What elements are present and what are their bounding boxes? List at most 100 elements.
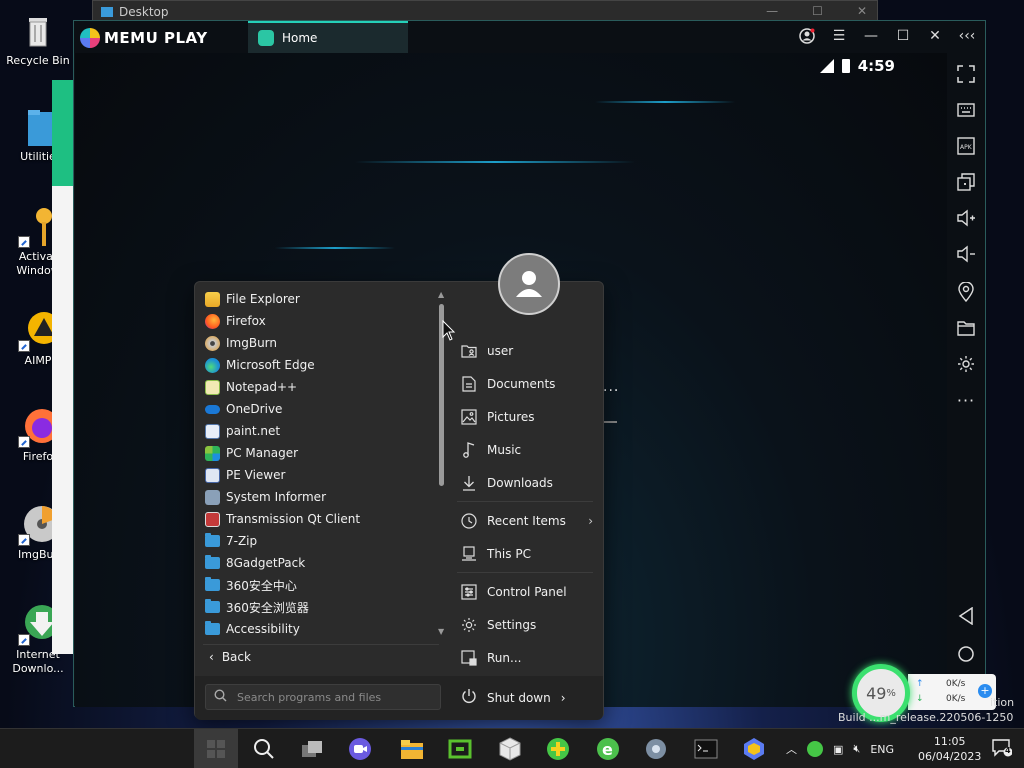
plus-app-icon[interactable] xyxy=(544,735,572,763)
place-item-music[interactable]: Music xyxy=(457,433,593,466)
place-item-documents[interactable]: Documents xyxy=(457,367,593,400)
settings-gear-icon[interactable] xyxy=(642,735,670,763)
meet-icon[interactable] xyxy=(346,735,374,763)
scroll-down-icon[interactable]: ▼ xyxy=(438,627,444,636)
search-input[interactable] xyxy=(237,690,427,704)
volume-muted-icon[interactable]: 🔇︎ xyxy=(853,742,860,756)
terminal-icon[interactable] xyxy=(692,735,720,763)
background-window[interactable]: Desktop — ☐ ✕ xyxy=(92,0,878,22)
shutdown-button[interactable]: Shut down › xyxy=(461,688,566,707)
more-dots-icon[interactable]: ··· xyxy=(603,383,619,399)
browser-e-icon[interactable]: e xyxy=(594,735,622,763)
system-informer-icon xyxy=(205,489,220,505)
home-circle-icon[interactable] xyxy=(955,643,977,665)
program-item-imgburn[interactable]: ImgBurn xyxy=(203,332,433,354)
scroll-up-icon[interactable]: ▲ xyxy=(438,290,444,299)
program-label: Notepad++ xyxy=(226,380,298,394)
program-item-system-informer[interactable]: System Informer xyxy=(203,486,433,508)
program-label: Transmission Qt Client xyxy=(226,512,361,526)
program-item-pe-viewer[interactable]: PE Viewer xyxy=(203,464,433,486)
task-view-icon[interactable] xyxy=(298,735,326,763)
network-icon[interactable]: ▣ xyxy=(833,743,843,756)
program-label: System Informer xyxy=(226,490,327,504)
location-icon[interactable] xyxy=(955,281,977,303)
menu-icon[interactable]: ☰ xyxy=(831,27,847,45)
program-item-microsoft-edge[interactable]: Microsoft Edge xyxy=(203,354,433,376)
user-avatar[interactable] xyxy=(498,253,560,315)
program-item-firefox[interactable]: Firefox xyxy=(203,310,433,332)
place-item-run[interactable]: Run... xyxy=(457,641,593,674)
places-list: user Documents Pictures Music Downloads … xyxy=(457,334,593,674)
program-item-accessibility[interactable]: Accessibility xyxy=(203,618,433,640)
fullscreen-icon[interactable] xyxy=(955,63,977,85)
program-item-360-browser[interactable]: 360安全浏览器 xyxy=(203,596,433,618)
program-list: File Explorer Firefox ImgBurn Microsoft … xyxy=(203,288,433,640)
desktop-icon-label: Recycle Bin xyxy=(6,54,70,67)
windows-logo-icon xyxy=(207,740,225,758)
program-item-notepadpp[interactable]: Notepad++ xyxy=(203,376,433,398)
start-button[interactable] xyxy=(194,729,238,768)
package-icon[interactable] xyxy=(496,735,524,763)
divider xyxy=(457,572,593,573)
program-item-360-security[interactable]: 360安全中心 xyxy=(203,574,433,596)
program-item-file-explorer[interactable]: File Explorer xyxy=(203,288,433,310)
place-item-control-panel[interactable]: Control Panel xyxy=(457,575,593,608)
language-indicator[interactable]: ENG xyxy=(870,743,894,756)
program-item-paint-net[interactable]: paint.net xyxy=(203,420,433,442)
more-options-icon[interactable]: ··· xyxy=(955,389,977,411)
program-item-8gadgetpack[interactable]: 8GadgetPack xyxy=(203,552,433,574)
apk-install-icon[interactable]: APK xyxy=(955,135,977,157)
search-box[interactable] xyxy=(205,684,441,710)
memu-taskbar-icon[interactable] xyxy=(740,735,768,763)
taskbar: e ︿ ▣ 🔇︎ ENG 11:05 06/04/2023 4 xyxy=(0,728,1024,768)
place-label: Control Panel xyxy=(487,584,567,599)
place-item-pictures[interactable]: Pictures xyxy=(457,400,593,433)
place-item-user[interactable]: user xyxy=(457,334,593,367)
tray-plus-app-icon[interactable] xyxy=(807,741,823,757)
collapse-sidebar-icon[interactable]: ‹‹‹ xyxy=(959,27,976,45)
memu-window-controls: ☰ — ☐ ✕ ‹‹‹ xyxy=(799,27,975,45)
maximize-icon[interactable]: ☐ xyxy=(812,4,823,18)
maximize-icon[interactable]: ☐ xyxy=(895,27,911,45)
account-icon[interactable] xyxy=(799,27,815,45)
minimize-icon[interactable]: — xyxy=(766,4,778,18)
back-triangle-icon[interactable] xyxy=(955,605,977,627)
program-item-onedrive[interactable]: OneDrive xyxy=(203,398,433,420)
program-item-transmission[interactable]: Transmission Qt Client xyxy=(203,508,433,530)
recycle-bin-icon xyxy=(18,10,58,50)
file-explorer-icon[interactable] xyxy=(398,735,426,763)
home-tab-icon xyxy=(258,30,274,46)
folder-icon xyxy=(205,599,220,613)
back-button[interactable]: ‹ Back xyxy=(209,650,251,664)
side-app-body xyxy=(52,186,74,654)
folder-icon[interactable] xyxy=(955,317,977,339)
program-item-pc-manager[interactable]: PC Manager xyxy=(203,442,433,464)
taskbar-clock[interactable]: 11:05 06/04/2023 xyxy=(918,734,981,764)
place-item-this-pc[interactable]: This PC xyxy=(457,537,593,570)
keyboard-icon[interactable] xyxy=(955,99,977,121)
place-item-recent-items[interactable]: Recent Items › xyxy=(457,504,593,537)
tab-home[interactable]: Home xyxy=(248,21,408,53)
desktop-icon-recycle-bin[interactable]: Recycle Bin xyxy=(2,10,74,68)
place-item-downloads[interactable]: Downloads xyxy=(457,466,593,499)
close-icon[interactable]: ✕ xyxy=(927,27,943,45)
chevron-up-icon[interactable]: ︿ xyxy=(786,741,797,757)
program-item-7zip[interactable]: 7-Zip xyxy=(203,530,433,552)
close-icon[interactable]: ✕ xyxy=(857,4,867,18)
program-label: PE Viewer xyxy=(226,468,286,482)
multi-window-icon[interactable] xyxy=(955,171,977,193)
folder-icon xyxy=(205,555,220,569)
notification-center-icon[interactable]: 4 xyxy=(992,739,1013,757)
taskbar-search-icon[interactable] xyxy=(250,735,278,763)
chevron-right-icon[interactable]: › xyxy=(561,691,566,705)
gadget-icon[interactable] xyxy=(446,735,474,763)
place-item-settings[interactable]: Settings xyxy=(457,608,593,641)
volume-down-icon[interactable] xyxy=(955,243,977,265)
program-label: ImgBurn xyxy=(226,336,278,350)
network-speed-widget[interactable]: ↑ 0K/s ↓ 0K/s + 49% xyxy=(852,664,1000,722)
memu-logo-icon xyxy=(80,28,100,48)
volume-up-icon[interactable] xyxy=(955,207,977,229)
program-list-scrollbar[interactable]: ▲ ▼ xyxy=(438,290,445,640)
minimize-icon[interactable]: — xyxy=(863,27,879,45)
settings-gear-icon[interactable] xyxy=(955,353,977,375)
